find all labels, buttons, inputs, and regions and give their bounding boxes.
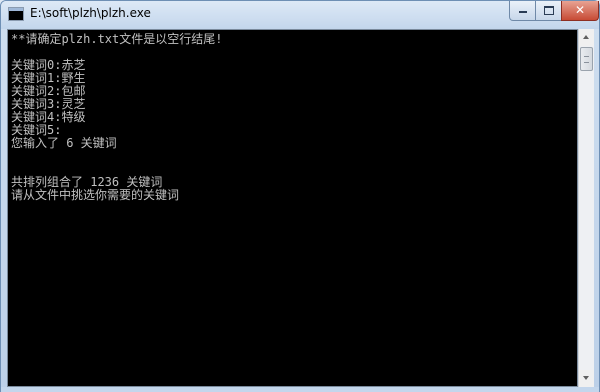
maximize-button[interactable]: [535, 1, 562, 21]
close-button[interactable]: ✕: [561, 1, 599, 21]
console-output[interactable]: **请确定plzh.txt文件是以空行结尾! 关键词0:赤芝 关键词1:野生 关…: [7, 29, 578, 387]
scroll-thumb[interactable]: [580, 47, 593, 71]
minimize-icon: [518, 11, 527, 13]
scroll-up-arrow-icon[interactable]: [579, 29, 594, 46]
scroll-down-arrow-icon[interactable]: [579, 370, 594, 387]
console-lines: **请确定plzh.txt文件是以空行结尾! 关键词0:赤芝 关键词1:野生 关…: [11, 33, 222, 202]
console-line: 请从文件中挑选你需要的关键词: [11, 188, 180, 202]
close-icon: ✕: [574, 3, 586, 17]
window-title: E:\soft\plzh\plzh.exe: [30, 6, 151, 20]
title-bar[interactable]: E:\soft\plzh\plzh.exe ✕: [1, 1, 599, 29]
window-bottom-border: [1, 387, 599, 392]
vertical-scrollbar[interactable]: [578, 29, 594, 387]
console-line: 您输入了 6 关键词: [11, 136, 117, 150]
console-window: E:\soft\plzh\plzh.exe ✕ **请确定plzh.txt文件是…: [0, 0, 600, 392]
minimize-button[interactable]: [509, 1, 536, 21]
console-app-icon[interactable]: [8, 7, 24, 21]
maximize-icon: [543, 6, 554, 15]
console-line: **请确定plzh.txt文件是以空行结尾!: [11, 32, 223, 46]
